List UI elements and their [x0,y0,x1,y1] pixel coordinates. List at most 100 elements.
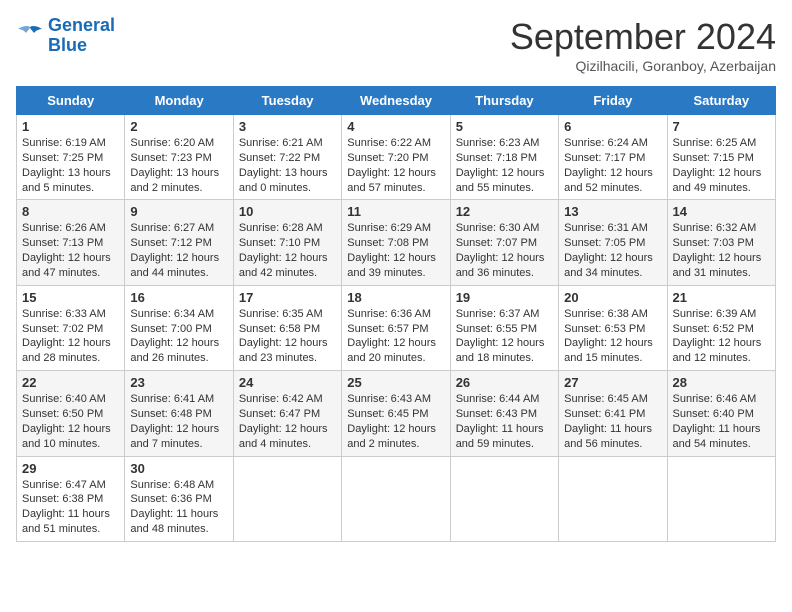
calendar-table: SundayMondayTuesdayWednesdayThursdayFrid… [16,86,776,542]
calendar-cell: 14 Sunrise: 6:32 AMSunset: 7:03 PMDaylig… [667,200,775,285]
day-number: 13 [564,204,661,219]
day-number: 27 [564,375,661,390]
calendar-cell: 25 Sunrise: 6:43 AMSunset: 6:45 PMDaylig… [342,371,450,456]
day-number: 6 [564,119,661,134]
day-number: 5 [456,119,553,134]
calendar-week-row: 8 Sunrise: 6:26 AMSunset: 7:13 PMDayligh… [17,200,776,285]
day-detail: Sunrise: 6:29 AMSunset: 7:08 PMDaylight:… [347,221,444,280]
weekday-header: Friday [559,87,667,115]
calendar-cell: 28 Sunrise: 6:46 AMSunset: 6:40 PMDaylig… [667,371,775,456]
day-number: 4 [347,119,444,134]
day-detail: Sunrise: 6:34 AMSunset: 7:00 PMDaylight:… [130,307,227,366]
calendar-cell: 15 Sunrise: 6:33 AMSunset: 7:02 PMDaylig… [17,285,125,370]
calendar-cell [667,456,775,541]
day-detail: Sunrise: 6:25 AMSunset: 7:15 PMDaylight:… [673,136,770,195]
day-number: 30 [130,461,227,476]
day-number: 29 [22,461,119,476]
month-title: September 2024 [510,16,776,58]
day-number: 19 [456,290,553,305]
day-detail: Sunrise: 6:37 AMSunset: 6:55 PMDaylight:… [456,307,553,366]
calendar-cell: 24 Sunrise: 6:42 AMSunset: 6:47 PMDaylig… [233,371,341,456]
day-detail: Sunrise: 6:47 AMSunset: 6:38 PMDaylight:… [22,478,119,537]
day-number: 10 [239,204,336,219]
day-number: 14 [673,204,770,219]
day-detail: Sunrise: 6:42 AMSunset: 6:47 PMDaylight:… [239,392,336,451]
calendar-cell [450,456,558,541]
day-detail: Sunrise: 6:24 AMSunset: 7:17 PMDaylight:… [564,136,661,195]
location: Qizilhacili, Goranboy, Azerbaijan [510,58,776,74]
calendar-cell [559,456,667,541]
calendar-cell [342,456,450,541]
day-detail: Sunrise: 6:28 AMSunset: 7:10 PMDaylight:… [239,221,336,280]
day-number: 23 [130,375,227,390]
day-detail: Sunrise: 6:40 AMSunset: 6:50 PMDaylight:… [22,392,119,451]
day-detail: Sunrise: 6:48 AMSunset: 6:36 PMDaylight:… [130,478,227,537]
day-detail: Sunrise: 6:44 AMSunset: 6:43 PMDaylight:… [456,392,553,451]
day-detail: Sunrise: 6:26 AMSunset: 7:13 PMDaylight:… [22,221,119,280]
day-number: 17 [239,290,336,305]
day-number: 16 [130,290,227,305]
calendar-cell: 18 Sunrise: 6:36 AMSunset: 6:57 PMDaylig… [342,285,450,370]
calendar-cell: 29 Sunrise: 6:47 AMSunset: 6:38 PMDaylig… [17,456,125,541]
day-number: 1 [22,119,119,134]
day-detail: Sunrise: 6:31 AMSunset: 7:05 PMDaylight:… [564,221,661,280]
logo: General Blue [16,16,115,56]
weekday-header: Monday [125,87,233,115]
day-detail: Sunrise: 6:33 AMSunset: 7:02 PMDaylight:… [22,307,119,366]
calendar-cell: 17 Sunrise: 6:35 AMSunset: 6:58 PMDaylig… [233,285,341,370]
calendar-cell: 22 Sunrise: 6:40 AMSunset: 6:50 PMDaylig… [17,371,125,456]
calendar-cell: 21 Sunrise: 6:39 AMSunset: 6:52 PMDaylig… [667,285,775,370]
day-number: 15 [22,290,119,305]
calendar-cell: 5 Sunrise: 6:23 AMSunset: 7:18 PMDayligh… [450,115,558,200]
day-detail: Sunrise: 6:23 AMSunset: 7:18 PMDaylight:… [456,136,553,195]
day-number: 22 [22,375,119,390]
day-number: 8 [22,204,119,219]
day-detail: Sunrise: 6:19 AMSunset: 7:25 PMDaylight:… [22,136,119,195]
day-number: 24 [239,375,336,390]
weekday-header: Saturday [667,87,775,115]
day-number: 26 [456,375,553,390]
calendar-cell: 19 Sunrise: 6:37 AMSunset: 6:55 PMDaylig… [450,285,558,370]
day-number: 12 [456,204,553,219]
title-block: September 2024 Qizilhacili, Goranboy, Az… [510,16,776,74]
calendar-week-row: 22 Sunrise: 6:40 AMSunset: 6:50 PMDaylig… [17,371,776,456]
day-detail: Sunrise: 6:22 AMSunset: 7:20 PMDaylight:… [347,136,444,195]
weekday-header-row: SundayMondayTuesdayWednesdayThursdayFrid… [17,87,776,115]
day-number: 11 [347,204,444,219]
calendar-cell: 4 Sunrise: 6:22 AMSunset: 7:20 PMDayligh… [342,115,450,200]
day-detail: Sunrise: 6:45 AMSunset: 6:41 PMDaylight:… [564,392,661,451]
calendar-week-row: 1 Sunrise: 6:19 AMSunset: 7:25 PMDayligh… [17,115,776,200]
day-number: 25 [347,375,444,390]
logo-icon [16,25,44,47]
day-detail: Sunrise: 6:39 AMSunset: 6:52 PMDaylight:… [673,307,770,366]
page-header: General Blue September 2024 Qizilhacili,… [16,16,776,74]
day-number: 2 [130,119,227,134]
day-detail: Sunrise: 6:35 AMSunset: 6:58 PMDaylight:… [239,307,336,366]
calendar-cell: 10 Sunrise: 6:28 AMSunset: 7:10 PMDaylig… [233,200,341,285]
day-number: 18 [347,290,444,305]
day-detail: Sunrise: 6:43 AMSunset: 6:45 PMDaylight:… [347,392,444,451]
calendar-cell: 20 Sunrise: 6:38 AMSunset: 6:53 PMDaylig… [559,285,667,370]
day-number: 20 [564,290,661,305]
day-detail: Sunrise: 6:38 AMSunset: 6:53 PMDaylight:… [564,307,661,366]
calendar-cell: 13 Sunrise: 6:31 AMSunset: 7:05 PMDaylig… [559,200,667,285]
day-number: 21 [673,290,770,305]
logo-text: General Blue [48,16,115,56]
calendar-cell: 27 Sunrise: 6:45 AMSunset: 6:41 PMDaylig… [559,371,667,456]
calendar-cell: 30 Sunrise: 6:48 AMSunset: 6:36 PMDaylig… [125,456,233,541]
weekday-header: Wednesday [342,87,450,115]
day-detail: Sunrise: 6:20 AMSunset: 7:23 PMDaylight:… [130,136,227,195]
calendar-cell [233,456,341,541]
day-number: 7 [673,119,770,134]
day-number: 3 [239,119,336,134]
weekday-header: Thursday [450,87,558,115]
calendar-week-row: 29 Sunrise: 6:47 AMSunset: 6:38 PMDaylig… [17,456,776,541]
calendar-cell: 3 Sunrise: 6:21 AMSunset: 7:22 PMDayligh… [233,115,341,200]
day-detail: Sunrise: 6:21 AMSunset: 7:22 PMDaylight:… [239,136,336,195]
calendar-cell: 26 Sunrise: 6:44 AMSunset: 6:43 PMDaylig… [450,371,558,456]
calendar-cell: 16 Sunrise: 6:34 AMSunset: 7:00 PMDaylig… [125,285,233,370]
calendar-cell: 12 Sunrise: 6:30 AMSunset: 7:07 PMDaylig… [450,200,558,285]
calendar-cell: 7 Sunrise: 6:25 AMSunset: 7:15 PMDayligh… [667,115,775,200]
weekday-header: Tuesday [233,87,341,115]
calendar-cell: 8 Sunrise: 6:26 AMSunset: 7:13 PMDayligh… [17,200,125,285]
